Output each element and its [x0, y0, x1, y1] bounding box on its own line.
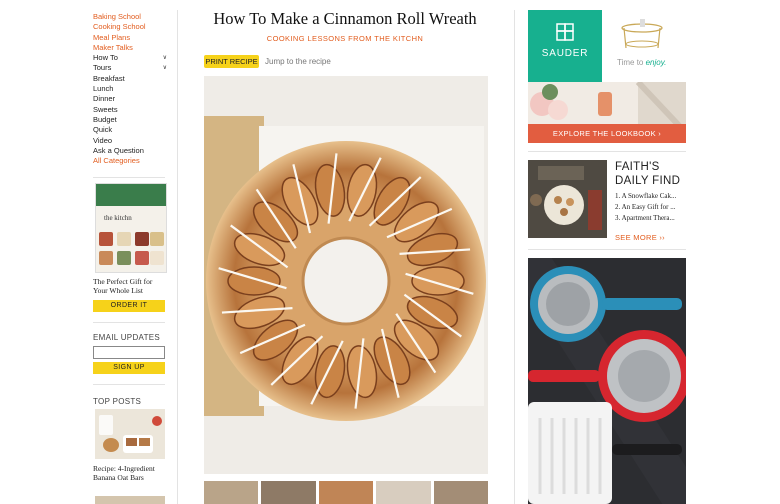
nav-item-all-categories[interactable]: All Categories — [93, 156, 169, 166]
wreath-segment — [227, 266, 281, 296]
nav-item-tours[interactable]: Tours ∨ — [93, 63, 169, 73]
nav-item-video[interactable]: Video — [93, 136, 169, 146]
step-thumbnail[interactable] — [204, 481, 259, 504]
daily-find-item[interactable]: 1. A Snowflake Cak... — [615, 191, 687, 202]
second-post-thumbnail[interactable] — [95, 496, 165, 504]
daily-find-item[interactable]: 3. Apartment Thera... — [615, 213, 687, 224]
cookbook-title: the kitchn — [104, 214, 132, 222]
nav-item-cooking-school[interactable]: Cooking School — [93, 22, 169, 32]
order-it-button[interactable]: ORDER IT — [93, 300, 165, 312]
sidebar-divider — [93, 322, 165, 323]
nav-item-meal-plans[interactable]: Meal Plans — [93, 33, 169, 43]
sign-up-button[interactable]: SIGN UP — [93, 362, 165, 374]
sauder-logo-icon — [556, 23, 574, 41]
nav-item-dinner[interactable]: Dinner — [93, 94, 169, 104]
nav-item-breakfast[interactable]: Breakfast — [93, 74, 169, 84]
explore-lookbook-button[interactable]: EXPLORE THE LOOKBOOK › — [528, 124, 686, 143]
top-post-thumbnail[interactable] — [95, 409, 165, 459]
nav-item-label: All Categories — [93, 156, 140, 166]
hero-image — [204, 76, 488, 474]
nav-item-baking-school[interactable]: Baking School — [93, 12, 169, 22]
cinnamon-roll-wreath-photo — [204, 76, 488, 474]
nav-item-label: Baking School — [93, 12, 141, 21]
sidebar-divider — [93, 177, 165, 178]
step-thumbnail[interactable] — [261, 481, 316, 504]
cookware-photo — [528, 258, 686, 504]
nav-item-label: Tours — [93, 63, 112, 73]
nav-item-ask-a-question[interactable]: Ask a Question — [93, 146, 169, 156]
nav-item-label: Sweets — [93, 104, 118, 114]
nav-item-label: Maker Talks — [93, 42, 133, 52]
see-more-link[interactable]: SEE MORE ›› — [615, 233, 665, 242]
nav-item-label: Breakfast — [93, 73, 125, 83]
nav-item-label: Cooking School — [93, 22, 146, 32]
right-divider-line — [528, 249, 686, 250]
top-posts-heading: TOP POSTS — [93, 397, 142, 406]
step-thumbnails — [204, 481, 489, 504]
nav-item-label: How To — [93, 53, 118, 63]
nav-item-label: Dinner — [93, 94, 116, 104]
sidebar-divider — [93, 384, 165, 385]
left-divider — [177, 10, 178, 504]
side-table-image: Time to enjoy. — [602, 10, 686, 82]
email-updates-heading: EMAIL UPDATES — [93, 333, 161, 342]
nav-item-sweets[interactable]: Sweets — [93, 105, 169, 115]
cookware-ad[interactable] — [528, 258, 686, 504]
step-thumbnail[interactable] — [433, 481, 489, 504]
sauder-logo-block: SAUDER — [528, 10, 602, 82]
nav-item-label: Meal Plans — [93, 32, 131, 42]
chevron-down-icon[interactable]: ∨ — [163, 53, 169, 63]
nav-item-quick[interactable]: Quick — [93, 125, 169, 135]
step-thumbnail[interactable] — [318, 481, 374, 504]
cookbook-promo-image[interactable]: the kitchn — [95, 183, 167, 273]
banana-bars-photo — [95, 409, 165, 459]
nav-item-lunch[interactable]: Lunch — [93, 84, 169, 94]
side-table-icon — [621, 19, 663, 49]
nav-item-label: Budget — [93, 114, 117, 124]
right-divider — [514, 10, 515, 504]
daily-find-heading: FAITH'S DAILY FIND — [615, 161, 681, 187]
nav-item-label: Quick — [93, 125, 113, 135]
sauder-ad[interactable]: SAUDER Time to enjoy. EXPLORE THE LOOKBO… — [528, 10, 686, 143]
nav-item-label: Ask a Question — [93, 145, 144, 155]
right-divider-line — [528, 151, 686, 152]
chevron-down-icon[interactable]: ∨ — [163, 63, 169, 73]
step-thumbnail[interactable] — [376, 481, 431, 504]
daily-find-image[interactable] — [528, 160, 607, 238]
nav-item-how-to[interactable]: How To ∨ — [93, 53, 169, 63]
print-recipe-button[interactable]: PRINT RECIPE — [204, 55, 259, 68]
daily-find-list: 1. A Snowflake Cak... 2. An Easy Gift for… — [615, 191, 687, 224]
article-subtitle[interactable]: COOKING LESSONS FROM THE KITCHN — [180, 34, 510, 43]
email-field[interactable] — [93, 346, 165, 359]
wreath-segment — [411, 266, 465, 296]
jump-to-recipe-link[interactable]: Jump to the recipe — [265, 55, 331, 68]
nav-item-budget[interactable]: Budget — [93, 115, 169, 125]
nav-item-label: Lunch — [93, 84, 114, 94]
nav-item-label: Video — [93, 135, 113, 145]
category-nav: Baking School Cooking School Meal Plans Mak… — [93, 12, 169, 166]
promo-caption: The Perfect Gift for Your Whole List — [93, 277, 153, 295]
top-post-caption[interactable]: Recipe: 4-Ingredient Banana Oat Bars — [93, 464, 173, 482]
nav-item-maker-talks[interactable]: Maker Talks — [93, 43, 169, 53]
daily-find-item[interactable]: 2. An Easy Gift for ... — [615, 202, 687, 213]
article-title: How To Make a Cinnamon Roll Wreath — [213, 9, 477, 28]
sauder-brand-text: SAUDER — [541, 48, 589, 59]
